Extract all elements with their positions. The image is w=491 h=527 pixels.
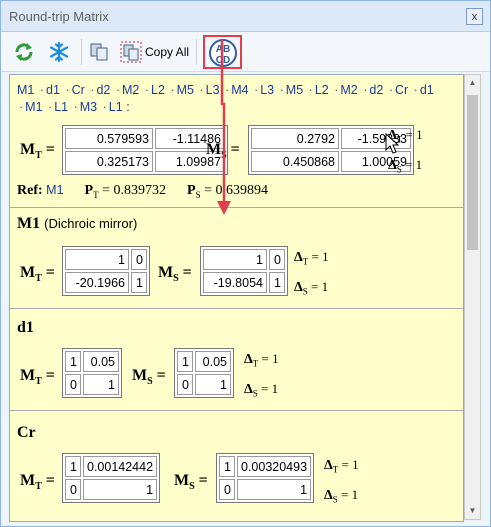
annotation-arrow-icon bbox=[217, 40, 231, 215]
mouse-cursor-icon bbox=[385, 133, 400, 154]
round-trip-matrix-window: Round-trip Matrix x Copy All AB CD M1 · … bbox=[0, 0, 491, 527]
